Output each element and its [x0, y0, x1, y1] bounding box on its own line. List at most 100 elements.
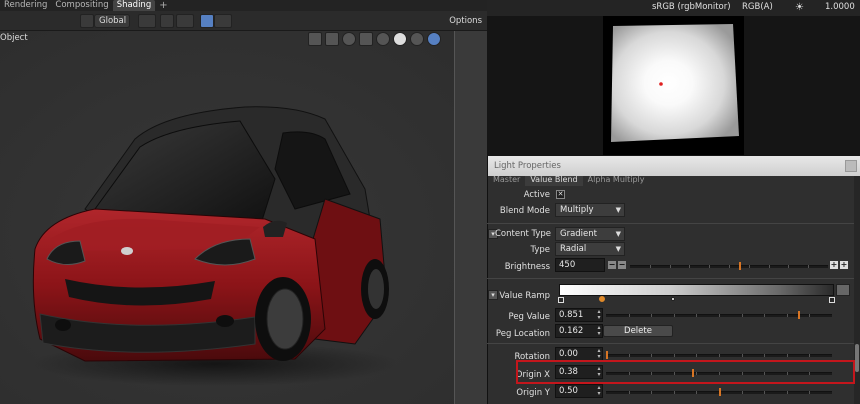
origin-x-highlight-box	[516, 360, 855, 384]
slider-tick	[696, 314, 697, 317]
slider-tick	[689, 265, 690, 268]
3d-viewport[interactable]: Object	[0, 31, 487, 404]
channel-dropdown[interactable]: RGB(A)	[742, 1, 773, 14]
ramp-peg-selected[interactable]	[599, 296, 605, 302]
slider-tick	[696, 391, 697, 394]
content-type-dropdown[interactable]: Gradient ▼	[555, 227, 625, 241]
tab-compositing[interactable]: Compositing	[51, 0, 112, 11]
peg-location-label: Peg Location	[495, 329, 550, 339]
add-workspace-button[interactable]: +	[155, 0, 171, 11]
rotation-slider[interactable]	[606, 351, 832, 359]
slider-tick	[769, 265, 770, 268]
proportional-edit-icon[interactable]	[200, 14, 214, 28]
stepper-icon[interactable]: ▴ ▾	[596, 309, 602, 321]
xray-icon[interactable]	[359, 32, 373, 46]
slider-tick	[787, 391, 788, 394]
value-ramp-gradient[interactable]	[559, 284, 834, 296]
peg-value-field[interactable]: 0.851 ▴ ▾	[555, 308, 603, 322]
peg-location-value: 0.162	[559, 326, 584, 336]
light-preview-area	[487, 16, 860, 156]
origin-y-slider[interactable]	[606, 388, 832, 396]
material-shading-icon[interactable]	[410, 32, 424, 46]
brightness-decrease-button[interactable]: −	[608, 261, 616, 269]
slider-tick	[674, 314, 675, 317]
ramp-peg[interactable]	[671, 297, 675, 301]
slider-tick	[651, 314, 652, 317]
brightness-field[interactable]: 450	[555, 258, 605, 272]
brightness-slider[interactable]	[630, 262, 828, 270]
tab-alpha-multiply[interactable]: Alpha Multiply	[583, 176, 650, 186]
scrollbar-thumb[interactable]	[855, 344, 859, 372]
options-button[interactable]: Options	[446, 14, 485, 28]
tab-shading[interactable]: Shading	[112, 0, 156, 11]
tab-value-blend[interactable]: Value Blend	[525, 176, 583, 186]
pivot-point-icon[interactable]	[138, 14, 156, 28]
slider-knob[interactable]	[739, 262, 741, 270]
slider-tick	[729, 265, 730, 268]
slider-tick	[809, 391, 810, 394]
slider-tick	[670, 265, 671, 268]
close-icon[interactable]	[845, 160, 857, 172]
transform-orientation-label: Global	[99, 16, 127, 26]
chevron-down-icon: ▼	[615, 245, 621, 253]
brightness-label: Brightness	[504, 262, 550, 272]
slider-knob[interactable]	[606, 351, 608, 359]
slider-knob[interactable]	[719, 388, 721, 396]
overlay-icon[interactable]	[342, 32, 356, 46]
wireframe-shading-icon[interactable]	[376, 32, 390, 46]
ramp-peg[interactable]	[829, 297, 835, 303]
rotation-field[interactable]: 0.00 ▴ ▾	[555, 347, 603, 361]
brightness-decrease-fine-button[interactable]: −	[618, 261, 626, 269]
type-label: Type	[530, 245, 550, 255]
slider-tick	[809, 314, 810, 317]
stepper-icon[interactable]: ▴ ▾	[596, 325, 602, 337]
solid-shading-icon[interactable]	[393, 32, 407, 46]
brightness-value: 450	[559, 260, 576, 270]
viewport-shading-tools	[308, 32, 441, 46]
type-dropdown[interactable]: Radial ▼	[555, 242, 625, 256]
content-type-value: Gradient	[560, 229, 597, 239]
slider-tick	[629, 354, 630, 357]
slider-knob[interactable]	[798, 311, 800, 319]
active-label: Active	[523, 190, 550, 200]
transform-orientation-dropdown[interactable]: Global	[94, 14, 130, 28]
ramp-peg[interactable]	[558, 297, 564, 303]
gizmo-icon[interactable]	[325, 32, 339, 46]
peg-value-slider[interactable]	[606, 311, 832, 319]
chevron-down-icon: ▼	[615, 230, 621, 238]
falloff-icon[interactable]	[214, 14, 232, 28]
slider-tick	[742, 391, 743, 394]
tab-master[interactable]: Master	[488, 176, 525, 186]
brightness-increase-fine-button[interactable]: +	[840, 261, 848, 269]
exposure-icon[interactable]: ☀	[795, 2, 807, 14]
colorspace-dropdown[interactable]: sRGB (rgbMonitor)	[652, 1, 731, 14]
origin-y-field[interactable]: 0.50 ▴ ▾	[555, 384, 603, 398]
slider-tick	[808, 265, 809, 268]
viewport-sidebar[interactable]	[454, 31, 487, 404]
snap-target-icon[interactable]	[176, 14, 194, 28]
peg-value-label: Peg Value	[508, 312, 551, 322]
snap-icon[interactable]	[160, 14, 174, 28]
stepper-icon[interactable]: ▴ ▾	[596, 348, 602, 360]
active-checkbox[interactable]: ✕	[556, 190, 565, 199]
tab-rendering[interactable]: Rendering	[0, 0, 51, 11]
peg-location-field[interactable]: 0.162 ▴ ▾	[555, 324, 603, 338]
ramp-graph-icon[interactable]	[836, 284, 850, 296]
car-render	[30, 106, 395, 386]
brightness-increase-button[interactable]: +	[830, 261, 838, 269]
divider	[487, 343, 854, 344]
slider-tick	[719, 314, 720, 317]
rendered-shading-icon[interactable]	[427, 32, 441, 46]
slider-tick	[651, 391, 652, 394]
panel-title: Light Properties	[488, 156, 860, 176]
delete-peg-button[interactable]: Delete	[603, 325, 673, 337]
origin-y-value: 0.50	[559, 386, 578, 396]
peg-value-value: 0.851	[559, 310, 584, 320]
panel-tabs: Master Value Blend Alpha Multiply	[488, 176, 860, 186]
visibility-icon[interactable]	[308, 32, 322, 46]
exposure-value[interactable]: 1.0000	[825, 1, 855, 14]
blend-mode-dropdown[interactable]: Multiply ▼	[555, 203, 625, 217]
slider-tick	[742, 314, 743, 317]
slider-tick	[788, 265, 789, 268]
stepper-icon[interactable]: ▴ ▾	[596, 385, 602, 397]
